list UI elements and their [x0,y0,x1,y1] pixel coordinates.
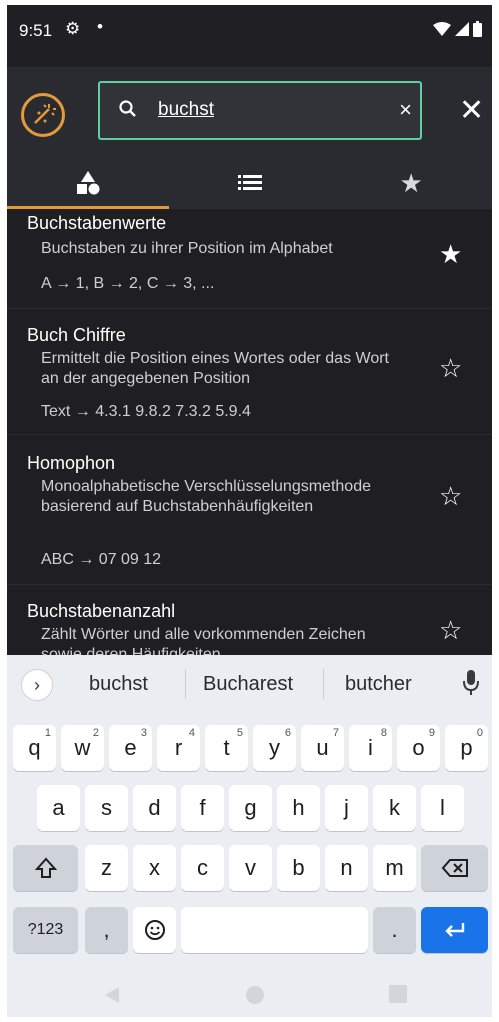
key-m[interactable]: m [373,845,416,891]
key-w[interactable]: w2 [61,725,104,771]
on-screen-keyboard: › buchst Bucharest butcher q1 w2 e3 r4 t… [7,655,492,1017]
list-item[interactable]: Buchstabenwerte Buchstaben zu ihrer Posi… [7,209,492,309]
enter-icon [444,923,464,937]
emoji-icon [144,920,165,940]
key-b[interactable]: b [277,845,320,891]
star-icon: ★ [399,167,423,198]
key-d[interactable]: d [133,785,176,831]
backspace-key[interactable] [421,845,488,891]
key-k[interactable]: k [373,785,416,831]
shapes-icon [76,171,100,195]
key-o[interactable]: o9 [397,725,440,771]
key-n[interactable]: n [325,845,368,891]
divider [185,669,186,699]
key-a[interactable]: a [37,785,80,831]
key-c[interactable]: c [181,845,224,891]
status-bar: 9:51 ⚙ • [7,5,492,67]
list-item[interactable]: Buch Chiffre Ermittelt die Position eine… [7,309,492,435]
list-item[interactable]: Buchstabenanzahl Zählt Wörter und alle v… [7,585,492,655]
status-time: 9:51 [19,21,53,40]
search-field[interactable]: × [98,81,422,140]
app-bar: × ✕ ★ [7,67,492,209]
wifi-icon [433,22,451,36]
item-description: Zählt Wörter und alle vorkommenden Zeich… [41,626,366,655]
key-v[interactable]: v [229,845,272,891]
suggestion-1[interactable]: buchst [89,673,148,696]
signal-icon [455,22,469,36]
app-logo-icon[interactable] [21,93,65,137]
home-icon[interactable] [245,985,265,1005]
backspace-icon [441,859,468,877]
key-y[interactable]: y6 [253,725,296,771]
key-s[interactable]: s [85,785,128,831]
key-h[interactable]: h [277,785,320,831]
key-u[interactable]: u7 [301,725,344,771]
item-example: ABC → 07 09 12 [41,551,162,568]
list-icon [237,175,262,190]
phone-screen: 9:51 ⚙ • × [7,5,492,1017]
key-i[interactable]: i8 [349,725,392,771]
key-r[interactable]: r4 [157,725,200,771]
key-p[interactable]: p0 [445,725,488,771]
period-key[interactable]: . [373,907,416,953]
search-icon [119,100,136,117]
emoji-key[interactable] [133,907,176,953]
key-l[interactable]: l [421,785,464,831]
item-title: Buchstabenwerte [27,213,167,233]
notification-dot: • [97,17,103,36]
key-x[interactable]: x [133,845,176,891]
close-search-button[interactable]: ✕ [459,93,484,128]
back-icon[interactable] [103,985,121,1005]
gear-icon: ⚙ [65,19,81,38]
comma-key[interactable]: , [85,907,128,953]
favorite-star-outline-icon[interactable]: ☆ [439,353,462,384]
item-title: Homophon [27,453,116,473]
item-description: Monoalphabetische Verschlüsselungsmethod… [41,478,371,515]
navigation-bar [7,973,492,1017]
microphone-icon[interactable] [462,669,480,697]
tab-bar: ★ [7,157,492,209]
tab-list[interactable] [169,157,331,209]
key-g[interactable]: g [229,785,272,831]
system-icons [433,21,482,37]
key-q[interactable]: q1 [13,725,56,771]
divider [323,669,324,699]
favorite-star-outline-icon[interactable]: ☆ [439,481,462,512]
results-list: Buchstabenwerte Buchstaben zu ihrer Posi… [7,209,492,655]
suggestion-3[interactable]: butcher [345,673,412,696]
shift-key[interactable] [13,845,78,891]
favorite-star-filled-icon[interactable]: ★ [439,239,462,270]
recents-icon[interactable] [389,985,407,1003]
symbols-key[interactable]: ?123 [13,907,78,953]
item-example: A → 1, B → 2, C → 3, ... [41,275,215,292]
search-input[interactable] [158,99,378,121]
key-t[interactable]: t5 [205,725,248,771]
favorite-star-outline-icon[interactable]: ☆ [439,615,462,646]
suggestion-2[interactable]: Bucharest [203,673,293,696]
enter-key[interactable] [421,907,488,953]
key-j[interactable]: j [325,785,368,831]
item-title: Buchstabenanzahl [27,601,176,621]
chevron-right-icon[interactable]: › [21,669,53,701]
battery-icon [473,21,482,37]
tab-tools[interactable] [7,157,169,209]
clear-search-button[interactable]: × [399,97,412,123]
item-title: Buch Chiffre [27,325,126,345]
item-description: Buchstaben zu ihrer Position im Alphabet [41,240,333,257]
key-f[interactable]: f [181,785,224,831]
item-example: Text → 4.3.1 9.8.2 7.3.2 5.9.4 [41,403,251,420]
item-description: Ermittelt die Position eines Wortes oder… [41,350,389,387]
key-z[interactable]: z [85,845,128,891]
list-item[interactable]: Homophon Monoalphabetische Verschlüsselu… [7,435,492,585]
key-e[interactable]: e3 [109,725,152,771]
shift-icon [34,857,57,878]
tab-favorites[interactable]: ★ [330,157,492,209]
space-key[interactable] [181,907,368,953]
suggestion-bar: › buchst Bucharest butcher [7,655,492,713]
